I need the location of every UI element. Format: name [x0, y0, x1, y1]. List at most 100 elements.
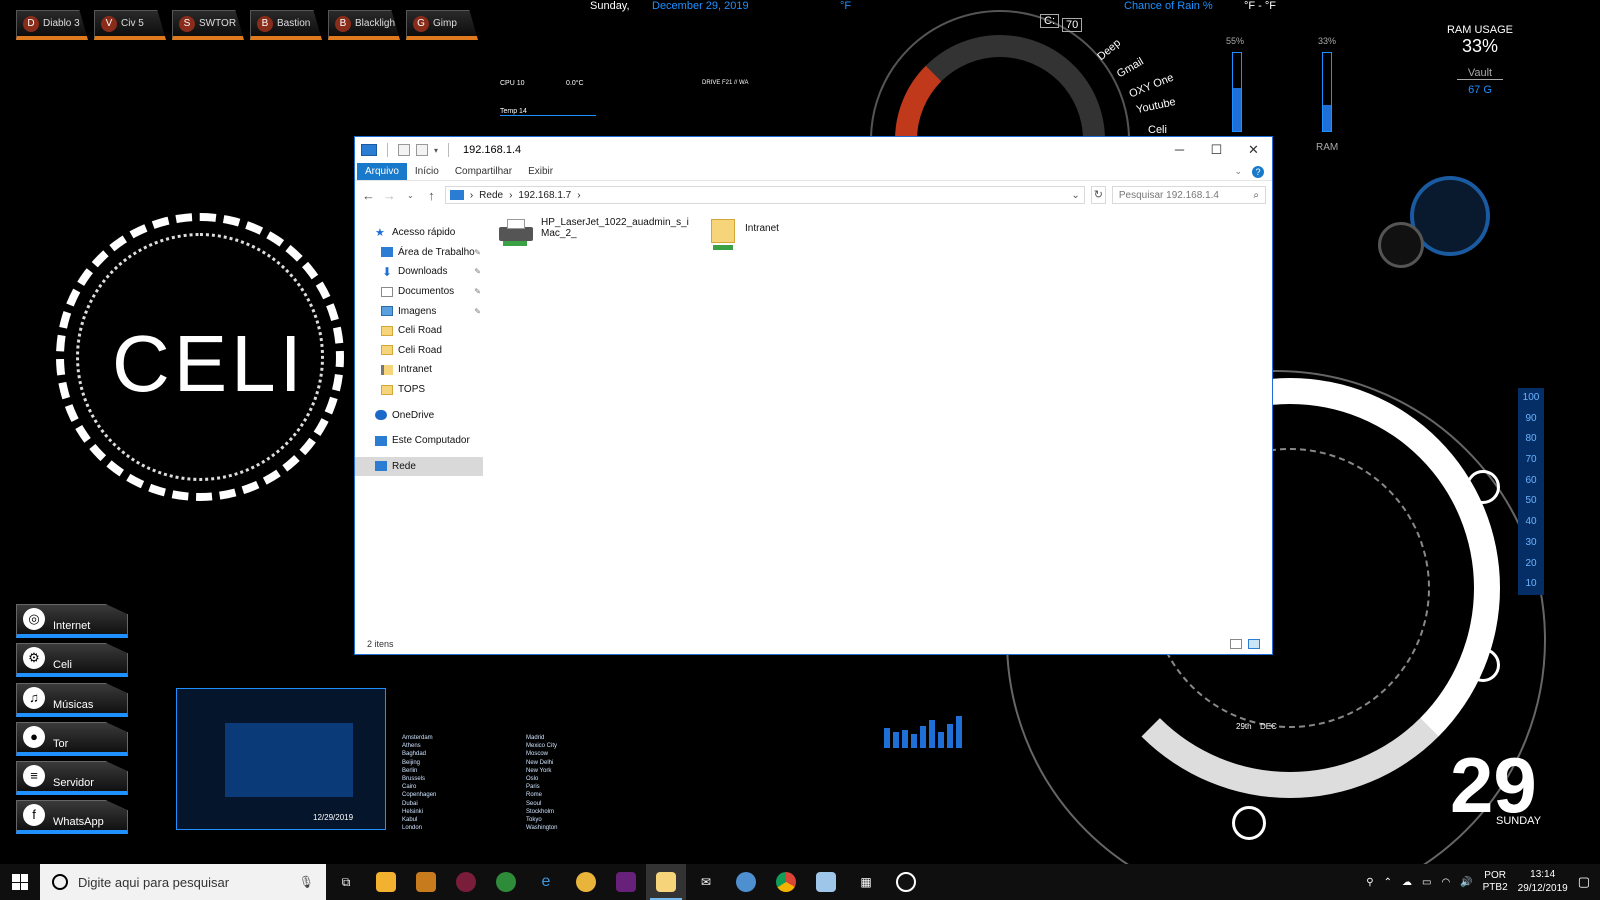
- breadcrumb-ip[interactable]: 192.168.1.7: [518, 190, 571, 201]
- people-icon[interactable]: ⚲: [1366, 877, 1373, 888]
- hud-link-oxy[interactable]: OXY One: [1127, 72, 1175, 101]
- tab-exibir[interactable]: Exibir: [520, 163, 561, 180]
- nav-folder-celi-road-2[interactable]: Celi Road: [355, 341, 485, 361]
- tab-compartilhar[interactable]: Compartilhar: [447, 163, 520, 180]
- browser-icon: [576, 872, 596, 892]
- launcher-servidor[interactable]: ≡ Servidor: [16, 761, 128, 795]
- nav-folder-intranet[interactable]: Intranet: [355, 360, 485, 380]
- taskbar-app[interactable]: [446, 864, 486, 900]
- tab-inicio[interactable]: Início: [407, 163, 447, 180]
- nav-folder-celi-road[interactable]: Celi Road: [355, 321, 485, 341]
- title-bar[interactable]: ▾ 192.168.1.4 ─ ☐ ✕: [355, 137, 1272, 163]
- taskbar-app[interactable]: [406, 864, 446, 900]
- ram-usage-title: RAM USAGE: [1446, 24, 1513, 36]
- maximize-button[interactable]: ☐: [1198, 137, 1235, 163]
- search-input[interactable]: Pesquisar 192.168.1.4 ⌕: [1111, 186, 1267, 204]
- nav-network[interactable]: Rede: [355, 456, 483, 477]
- microphone-icon[interactable]: 🎙: [299, 875, 314, 889]
- nav-downloads[interactable]: ⬇ Downloads ✎: [355, 262, 485, 282]
- forward-button[interactable]: →: [382, 188, 397, 203]
- taskbar-app[interactable]: [726, 864, 766, 900]
- volume-icon[interactable]: 🔊: [1460, 877, 1472, 888]
- world-clock-panel: 12/29/2019: [176, 688, 386, 830]
- expand-ribbon-icon[interactable]: ⌄: [1234, 166, 1242, 177]
- back-button[interactable]: ←: [361, 188, 376, 203]
- launcher-internet[interactable]: ◎ Internet: [16, 604, 128, 638]
- taskbar-app[interactable]: [886, 864, 926, 900]
- file-item-intranet[interactable]: Intranet: [709, 217, 779, 251]
- customize-toolbar-icon[interactable]: ▾: [434, 146, 438, 155]
- game-launcher-bar: D Diablo 3 V Civ 5 S SWTOR B Bastion B Blackl…: [16, 10, 478, 40]
- hud-link-celi[interactable]: Celi: [1148, 124, 1167, 136]
- onedrive-tray-icon[interactable]: ☁: [1402, 877, 1412, 888]
- taskbar-app[interactable]: [366, 864, 406, 900]
- nav-desktop[interactable]: Área de Trabalho ✎: [355, 243, 485, 263]
- taskbar-clock[interactable]: 13:14 29/12/2019: [1518, 868, 1568, 896]
- close-button[interactable]: ✕: [1235, 137, 1272, 163]
- recent-locations-button[interactable]: ⌄: [403, 191, 418, 200]
- hud-link-gmail[interactable]: Gmail: [1115, 56, 1146, 81]
- address-bar[interactable]: › Rede › 192.168.1.7 › ⌄: [444, 186, 1085, 204]
- network-tray-icon[interactable]: ◠: [1441, 877, 1450, 888]
- hud-node-top: [1466, 470, 1500, 504]
- refresh-button[interactable]: ↻: [1090, 186, 1106, 204]
- taskbar-search[interactable]: Digite aqui para pesquisar 🎙: [40, 864, 326, 900]
- up-button[interactable]: ↑: [424, 188, 439, 203]
- network-icon: [449, 190, 464, 200]
- taskbar-app[interactable]: [606, 864, 646, 900]
- game-launcher-swtor[interactable]: S SWTOR: [172, 10, 244, 40]
- celi-logo-text: CELI: [112, 319, 306, 408]
- notifications-icon[interactable]: ▢: [1578, 874, 1590, 890]
- launcher-celi[interactable]: ⚙ Celi: [16, 643, 128, 677]
- launcher-tor[interactable]: ● Tor: [16, 722, 128, 756]
- start-button[interactable]: [0, 864, 40, 900]
- details-view-icon[interactable]: [1230, 639, 1242, 649]
- windows-icon: [12, 874, 28, 890]
- taskbar-app[interactable]: [766, 864, 806, 900]
- taskbar-app[interactable]: e: [526, 864, 566, 900]
- power-icon[interactable]: [1378, 222, 1424, 268]
- launcher-musicas[interactable]: ♫ Músicas: [16, 683, 128, 717]
- nav-this-pc[interactable]: Este Computador: [355, 431, 485, 451]
- nav-images[interactable]: Imagens ✎: [355, 301, 485, 321]
- game-launcher-bastion[interactable]: B Bastion: [250, 10, 322, 40]
- blacklight-icon: B: [335, 15, 351, 32]
- chrome-icon: ◎: [23, 608, 45, 630]
- breadcrumb-rede[interactable]: Rede: [479, 190, 503, 201]
- quick-access-toolbar: ▾: [361, 143, 453, 157]
- properties-icon[interactable]: [398, 144, 410, 156]
- taskbar-app[interactable]: ▦: [846, 864, 886, 900]
- chrome-icon: [776, 872, 796, 892]
- hud-link-deep[interactable]: Deep: [1095, 37, 1123, 63]
- nav-folder-tops[interactable]: TOPS: [355, 380, 485, 400]
- nav-documents[interactable]: Documentos ✎: [355, 282, 485, 302]
- hud-link-youtube[interactable]: Youtube: [1135, 96, 1177, 116]
- file-item-printer[interactable]: HP_LaserJet_1022_auadmin_s_iMac_2_: [499, 217, 699, 247]
- item-count: 2 itens: [367, 639, 394, 649]
- game-launcher-civ[interactable]: V Civ 5: [94, 10, 166, 40]
- game-launcher-blacklight[interactable]: B Blacklight: [328, 10, 400, 40]
- usage-bar-2: [1322, 52, 1332, 132]
- minimize-button[interactable]: ─: [1161, 137, 1198, 163]
- game-launcher-gimp[interactable]: G Gimp: [406, 10, 478, 40]
- large-icons-view-icon[interactable]: [1248, 639, 1260, 649]
- tab-arquivo[interactable]: Arquivo: [357, 163, 407, 180]
- battery-icon[interactable]: ▭: [1422, 877, 1431, 888]
- language-indicator[interactable]: POR PTB2: [1483, 870, 1508, 894]
- taskbar-app[interactable]: [566, 864, 606, 900]
- taskbar-app-explorer[interactable]: [646, 864, 686, 900]
- task-view-button[interactable]: ⧉: [326, 864, 366, 900]
- launcher-whatsapp[interactable]: f WhatsApp: [16, 800, 128, 834]
- help-icon[interactable]: ?: [1252, 165, 1264, 178]
- world-clock-list-right: Madrid Mexico City Moscow New Delhi New …: [526, 735, 558, 832]
- app-icon-2: [456, 872, 476, 892]
- nav-quick-access[interactable]: ★ Acesso rápido: [355, 223, 485, 243]
- nav-onedrive[interactable]: OneDrive: [355, 405, 485, 425]
- new-folder-icon[interactable]: [416, 144, 428, 156]
- taskbar-app[interactable]: [486, 864, 526, 900]
- chevron-down-icon[interactable]: ⌄: [1071, 190, 1079, 201]
- taskbar-app[interactable]: [806, 864, 846, 900]
- chevron-up-icon[interactable]: ⌃: [1384, 877, 1392, 888]
- game-launcher-diablo[interactable]: D Diablo 3: [16, 10, 88, 40]
- taskbar-app[interactable]: ✉: [686, 864, 726, 900]
